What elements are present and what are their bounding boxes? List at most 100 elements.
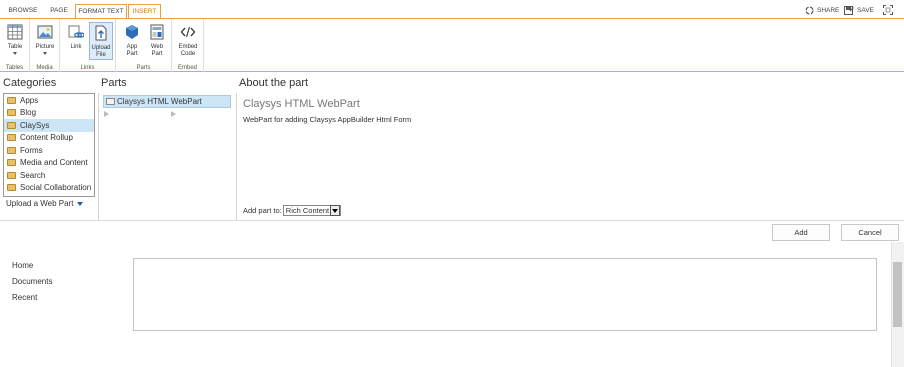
scroll-left-arrow-icon[interactable] [104,111,109,117]
picture-label: Picture [35,44,55,50]
upload-web-part-menu[interactable]: Upload a Web Part [6,199,84,208]
group-label-media: Media [36,65,53,71]
about-header: About the part [239,77,309,89]
folder-icon [7,184,16,192]
app-part-label-2: Part [126,51,138,57]
rich-content-editor[interactable] [133,258,877,331]
share-button[interactable]: SHARE [805,4,839,16]
link-icon [68,25,85,38]
group-label-parts: Parts [136,65,151,71]
group-embed: Embed Code Embed [172,19,204,72]
scrollbar-thumb[interactable] [893,262,902,327]
ribbon-tab-bar: BROWSE PAGE FORMAT TEXT INSERT SHARE SAV… [0,0,904,20]
upload-file-icon [95,25,107,41]
folder-icon [7,121,16,129]
add-part-to-value: Rich Content [285,206,330,215]
save-label: SAVE [857,6,874,14]
chevron-down-icon [77,201,84,206]
part-item-claysys-html-webpart[interactable]: Claysys HTML WebPart [103,95,231,108]
group-parts: App Part Web Part Parts [116,19,172,72]
web-part-label-2: Part [151,51,163,57]
dropdown-button[interactable] [330,205,341,216]
category-label: Blog [20,108,37,118]
focus-on-content-icon [883,5,893,15]
embed-code-icon [180,26,196,38]
nav-item-recent[interactable]: Recent [12,293,37,302]
add-part-to-label: Add part to: [243,206,282,215]
web-part-label-1: Web [150,44,164,50]
nav-item-home[interactable]: Home [12,261,33,270]
folder-icon [7,159,16,167]
categories-header: Categories [3,77,57,89]
upload-file-button[interactable]: Upload File [89,22,113,60]
group-links: Link Upload File Links [60,19,116,72]
add-part-to-row: Add part to: Rich Content [243,205,342,216]
add-button[interactable]: Add [772,224,830,241]
upload-web-part-label: Upload a Web Part [6,199,74,208]
save-icon [844,5,854,15]
embed-code-label-2: Code [180,51,196,57]
picture-button[interactable]: Picture [33,22,57,60]
embed-code-label-1: Embed [178,44,198,50]
group-label-links: Links [80,65,95,71]
column-divider [236,93,237,220]
web-part-icon [106,98,115,105]
save-button[interactable]: SAVE [844,4,874,16]
about-part-title: Claysys HTML WebPart [243,98,360,110]
parts-header: Parts [101,77,127,89]
link-button[interactable]: Link [64,22,88,60]
category-item-social-collaboration[interactable]: Social Collaboration [4,182,94,195]
folder-icon [7,109,16,117]
category-label: Search [20,170,46,180]
tab-browse[interactable]: BROWSE [6,4,40,19]
app-part-icon [126,25,138,39]
group-tables: Table Tables [0,19,30,72]
category-label: Apps [20,95,39,105]
group-media: Picture Media [30,19,60,72]
about-part-description: WebPart for adding Claysys AppBuilder Ht… [243,115,412,124]
chevron-down-icon [43,52,47,55]
upload-file-label-1: Upload [91,45,111,51]
categories-list: Apps Blog ClaySys Content Rollup Forms M… [3,93,95,197]
focus-button[interactable] [883,4,893,16]
category-label: Media and Content [20,158,88,168]
add-part-to-select[interactable]: Rich Content [282,205,342,216]
folder-icon [7,134,16,142]
category-item-forms[interactable]: Forms [4,144,94,157]
nav-item-documents[interactable]: Documents [12,277,52,286]
folder-icon [7,146,16,154]
category-item-apps[interactable]: Apps [4,94,94,107]
web-part-icon [150,24,164,40]
share-icon [805,5,814,15]
category-item-search[interactable]: Search [4,169,94,182]
upload-file-label-2: File [96,52,106,58]
column-divider [98,93,99,220]
scroll-right-arrow-icon[interactable] [171,111,176,117]
web-part-button[interactable]: Web Part [145,22,169,60]
tab-page[interactable]: PAGE [44,4,74,19]
group-label-tables: Tables [5,65,24,71]
category-label: Social Collaboration [20,183,92,193]
category-item-media-and-content[interactable]: Media and Content [4,157,94,170]
category-item-content-rollup[interactable]: Content Rollup [4,132,94,145]
category-label: Forms [20,145,43,155]
category-item-claysys[interactable]: ClaySys [4,119,94,132]
divider [0,220,904,221]
chevron-down-icon [13,52,17,55]
category-item-blog[interactable]: Blog [4,107,94,120]
table-button[interactable]: Table [3,22,27,60]
group-label-embed: Embed [177,65,197,71]
ribbon: Table Tables Picture Media Link Upload F… [0,18,904,72]
category-label: ClaySys [20,120,50,130]
share-label: SHARE [817,6,840,14]
cancel-button[interactable]: Cancel [841,224,899,241]
chevron-down-icon [332,208,339,213]
table-label: Table [7,44,23,50]
picture-icon [37,25,53,39]
folder-icon [7,171,16,179]
link-label: Link [70,44,82,50]
table-icon [7,24,23,40]
app-part-button[interactable]: App Part [120,22,144,60]
embed-code-button[interactable]: Embed Code [176,22,200,60]
app-part-label-1: App [126,44,138,50]
